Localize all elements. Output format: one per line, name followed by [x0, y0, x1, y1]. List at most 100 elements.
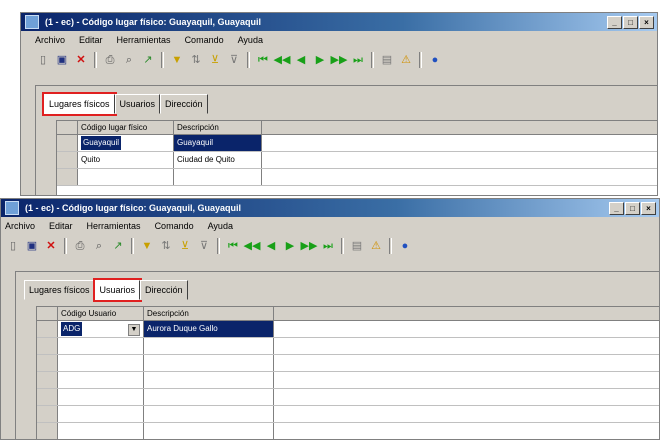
filter-clear-icon[interactable]: ⊽ — [226, 52, 242, 68]
grid-cell[interactable]: Ciudad de Quito — [174, 152, 262, 168]
grid-cell[interactable] — [174, 169, 262, 185]
column-header-codigo-usuario[interactable]: Código Usuario — [58, 307, 144, 320]
chevron-down-icon[interactable]: ▼ — [128, 324, 140, 336]
row-indicator[interactable] — [37, 321, 58, 337]
tab-usuarios[interactable]: Usuarios — [114, 94, 161, 114]
next-record-icon[interactable]: ▶ — [312, 52, 328, 68]
table-row[interactable] — [37, 389, 659, 406]
table-row[interactable]: Guayaquil Guayaquil — [57, 135, 657, 152]
filter-apply-icon[interactable]: ⊻ — [177, 238, 193, 254]
row-indicator[interactable] — [57, 169, 78, 185]
menu-archivo[interactable]: Archivo — [5, 221, 35, 231]
filter-icon[interactable]: ▼ — [169, 52, 185, 68]
row-indicator[interactable] — [37, 389, 58, 405]
delete-icon[interactable]: ✕ — [43, 238, 59, 254]
row-indicator[interactable] — [37, 372, 58, 388]
user-code-dropdown[interactable]: ADG ▼ — [58, 321, 144, 337]
filter-apply-icon[interactable]: ⊻ — [207, 52, 223, 68]
table-row[interactable] — [57, 169, 657, 186]
grid-cell[interactable] — [58, 423, 144, 439]
row-indicator[interactable] — [37, 338, 58, 354]
menu-ayuda[interactable]: Ayuda — [208, 221, 233, 231]
menu-ayuda[interactable]: Ayuda — [238, 35, 263, 45]
tab-lugares-fisicos[interactable]: Lugares físicos — [24, 280, 95, 300]
print-icon[interactable]: ⎙ — [72, 238, 88, 254]
grid-cell[interactable] — [58, 338, 144, 354]
row-indicator[interactable] — [57, 135, 78, 151]
grid-cell[interactable] — [144, 406, 274, 422]
grid-cell[interactable] — [58, 355, 144, 371]
minimize-button[interactable]: _ — [607, 15, 622, 29]
column-header-descripcion[interactable]: Descripción — [144, 307, 274, 320]
row-indicator[interactable] — [57, 152, 78, 168]
menu-herramientas[interactable]: Herramientas — [117, 35, 171, 45]
tab-usuarios[interactable]: Usuarios — [92, 278, 143, 302]
row-indicator[interactable] — [37, 406, 58, 422]
next-page-icon[interactable]: ▶▶ — [301, 238, 318, 254]
column-header-descripcion[interactable]: Descripción — [174, 121, 262, 134]
prev-record-icon[interactable]: ◀ — [263, 238, 279, 254]
save-icon[interactable]: ▣ — [54, 52, 70, 68]
tab-direccion[interactable]: Dirección — [160, 94, 208, 114]
export-icon[interactable]: ↗ — [140, 52, 156, 68]
grid-cell[interactable] — [144, 389, 274, 405]
row-indicator[interactable] — [37, 355, 58, 371]
menu-archivo[interactable]: Archivo — [35, 35, 65, 45]
grid-cell[interactable] — [144, 355, 274, 371]
notes-icon[interactable]: ▤ — [349, 238, 365, 254]
restore-button[interactable]: □ — [623, 15, 638, 29]
alert-icon[interactable]: ⚠ — [368, 238, 384, 254]
next-record-icon[interactable]: ▶ — [282, 238, 298, 254]
save-icon[interactable]: ▣ — [24, 238, 40, 254]
filter-clear-icon[interactable]: ⊽ — [196, 238, 212, 254]
last-record-icon[interactable]: ⏭ — [320, 238, 336, 254]
close-button[interactable]: × — [639, 15, 654, 29]
sort-icon[interactable]: ⇅ — [158, 238, 174, 254]
restore-button[interactable]: □ — [625, 201, 640, 215]
prev-page-icon[interactable]: ◀◀ — [274, 52, 291, 68]
menu-comando[interactable]: Comando — [155, 221, 194, 231]
grid-cell[interactable]: Guayaquil — [78, 135, 174, 151]
table-row[interactable] — [37, 338, 659, 355]
prev-record-icon[interactable]: ◀ — [293, 52, 309, 68]
help-icon[interactable]: ● — [397, 238, 413, 254]
delete-icon[interactable]: ✕ — [73, 52, 89, 68]
menu-comando[interactable]: Comando — [185, 35, 224, 45]
grid-cell[interactable] — [144, 423, 274, 439]
menu-editar[interactable]: Editar — [49, 221, 73, 231]
grid-cell[interactable] — [144, 372, 274, 388]
table-row[interactable] — [37, 406, 659, 423]
menu-herramientas[interactable]: Herramientas — [87, 221, 141, 231]
print-icon[interactable]: ⎙ — [102, 52, 118, 68]
grid-cell[interactable]: Guayaquil — [174, 135, 262, 151]
export-icon[interactable]: ↗ — [110, 238, 126, 254]
minimize-button[interactable]: _ — [609, 201, 624, 215]
alert-icon[interactable]: ⚠ — [398, 52, 414, 68]
tab-lugares-fisicos[interactable]: Lugares físicos — [42, 92, 117, 116]
prev-page-icon[interactable]: ◀◀ — [244, 238, 261, 254]
next-page-icon[interactable]: ▶▶ — [331, 52, 348, 68]
table-row[interactable]: ADG ▼ Aurora Duque Gallo — [37, 321, 659, 338]
grid-cell[interactable] — [144, 338, 274, 354]
close-button[interactable]: × — [641, 201, 656, 215]
column-header-codigo[interactable]: Código lugar físico — [78, 121, 174, 134]
grid-cell[interactable] — [58, 389, 144, 405]
first-record-icon[interactable]: ⏮ — [255, 52, 271, 68]
grid-cell[interactable] — [78, 169, 174, 185]
print-preview-icon[interactable]: ⌕ — [121, 52, 137, 68]
help-icon[interactable]: ● — [427, 52, 443, 68]
table-row[interactable] — [37, 372, 659, 389]
tab-direccion[interactable]: Dirección — [140, 280, 188, 300]
menu-editar[interactable]: Editar — [79, 35, 103, 45]
new-icon[interactable]: ▯ — [35, 52, 51, 68]
table-row[interactable]: Quito Ciudad de Quito — [57, 152, 657, 169]
grid-cell[interactable] — [58, 372, 144, 388]
row-indicator[interactable] — [37, 423, 58, 439]
print-preview-icon[interactable]: ⌕ — [91, 238, 107, 254]
table-row[interactable] — [37, 355, 659, 372]
grid-cell[interactable]: Quito — [78, 152, 174, 168]
table-row[interactable] — [37, 423, 659, 439]
sort-icon[interactable]: ⇅ — [188, 52, 204, 68]
new-icon[interactable]: ▯ — [5, 238, 21, 254]
filter-icon[interactable]: ▼ — [139, 238, 155, 254]
